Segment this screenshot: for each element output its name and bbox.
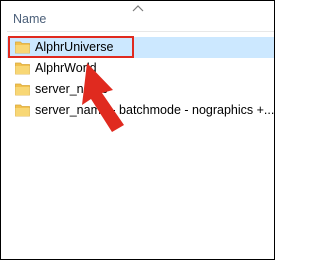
file-row-alphruniverse[interactable]: AlphrUniverse [7,37,274,58]
file-row-server-name[interactable]: server_name [7,79,274,100]
folder-icon [15,62,30,75]
folder-icon [15,104,30,117]
column-header[interactable]: Name [1,1,274,31]
file-name: server_name - batchmode - nographics +..… [35,103,275,117]
file-name: AlphrUniverse [35,40,114,54]
name-column-header[interactable]: Name [13,12,46,26]
file-name: server_name [35,82,108,96]
file-list-panel: Name AlphrUniverse AlphrWorld server_nam… [0,0,275,260]
chevron-up-icon[interactable] [131,4,145,13]
file-row-server-name-batchmode[interactable]: server_name - batchmode - nographics +..… [7,100,274,121]
folder-icon [15,83,30,96]
header-divider [7,31,274,32]
file-row-alphrworld[interactable]: AlphrWorld [7,58,274,79]
file-name: AlphrWorld [35,61,97,75]
folder-icon [15,41,30,54]
